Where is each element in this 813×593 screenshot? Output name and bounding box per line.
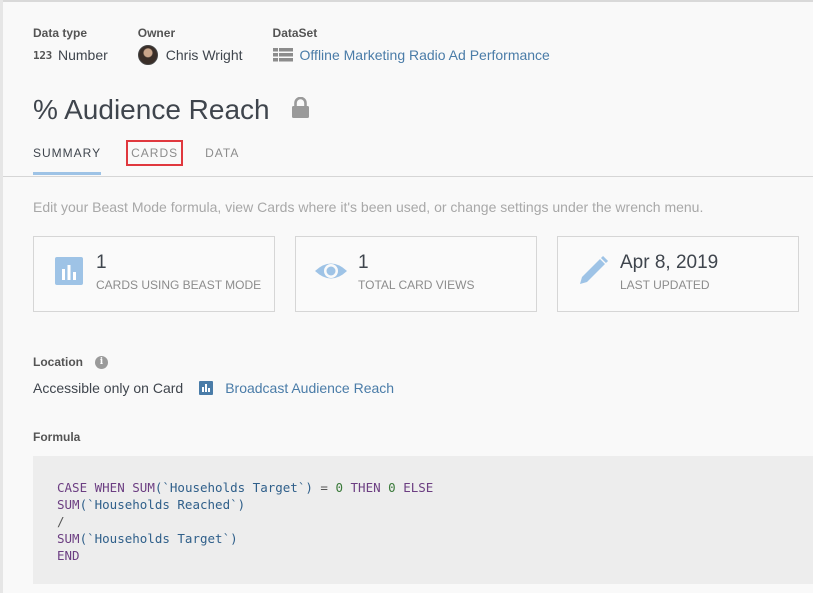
- cards-using-label: CARDS USING BEAST MODE: [96, 278, 262, 292]
- formula-code-block[interactable]: CASE WHEN SUM(`Households Target`) = 0 T…: [33, 456, 813, 584]
- owner-field: Owner Chris Wright: [137, 25, 243, 65]
- formula-line-5: END: [57, 548, 80, 563]
- tab-summary[interactable]: SUMMARY: [33, 145, 102, 175]
- dataset-field: DataSet Offline Marketing Radio Ad Perfo…: [272, 25, 550, 65]
- total-views-count: 1: [358, 252, 369, 273]
- number-type-icon: 123: [33, 48, 52, 62]
- tab-cards[interactable]: CARDS: [126, 140, 184, 166]
- owner-avatar[interactable]: [137, 45, 158, 65]
- eye-icon: [315, 263, 347, 279]
- lock-icon[interactable]: [291, 96, 309, 118]
- bar-chart-icon: [55, 257, 83, 285]
- location-label: Location: [33, 355, 83, 369]
- dataset-icon: [272, 48, 293, 62]
- formula-line-2: SUM(`Households Reached`): [57, 497, 246, 512]
- data-type-field: Data type 123 Number: [33, 25, 108, 65]
- pencil-icon: [580, 255, 609, 284]
- stat-card-last-updated: Apr 8, 2019 LAST UPDATED: [557, 236, 799, 312]
- summary-description: Edit your Beast Mode formula, view Cards…: [33, 199, 704, 215]
- tab-divider: [3, 176, 813, 177]
- formula-line-3: /: [57, 514, 65, 529]
- tab-bar: SUMMARY CARDS DATA: [33, 140, 267, 175]
- window-left-border: [0, 0, 3, 593]
- owner-name[interactable]: Chris Wright: [166, 47, 243, 63]
- info-icon[interactable]: i: [95, 355, 108, 369]
- tab-data[interactable]: DATA: [205, 145, 239, 167]
- formula-section-label: Formula: [33, 430, 80, 444]
- page-title: % Audience Reach: [33, 92, 309, 128]
- data-type-label: Data type: [33, 26, 88, 40]
- formula-line-1: CASE WHEN SUM(`Households Target`) = 0 T…: [57, 480, 434, 495]
- last-updated-date: Apr 8, 2019: [620, 252, 719, 273]
- owner-label: Owner: [137, 26, 176, 40]
- stat-card-total-views: 1 TOTAL CARD VIEWS: [295, 236, 537, 312]
- data-type-value: Number: [57, 47, 108, 63]
- cards-using-count: 1: [96, 252, 107, 273]
- card-chart-icon: [199, 381, 214, 395]
- total-views-label: TOTAL CARD VIEWS: [358, 278, 475, 292]
- location-section-label: Location i: [33, 355, 108, 369]
- window-top-border: [0, 0, 813, 2]
- location-value: Accessible only on Card: [33, 380, 184, 396]
- formula-label: Formula: [33, 430, 81, 444]
- location-row: Accessible only on Card Broadcast Audien…: [33, 378, 394, 398]
- beast-mode-meta: Data type 123 Number Owner Chris Wright …: [33, 25, 580, 65]
- beast-mode-name: % Audience Reach: [33, 94, 270, 125]
- dataset-link[interactable]: Offline Marketing Radio Ad Performance: [300, 47, 550, 63]
- last-updated-label: LAST UPDATED: [620, 278, 710, 292]
- formula-line-4: SUM(`Households Target`): [57, 531, 238, 546]
- card-link-broadcast-audience-reach[interactable]: Broadcast Audience Reach: [225, 380, 394, 396]
- stat-card-cards-using: 1 CARDS USING BEAST MODE: [33, 236, 275, 312]
- dataset-label: DataSet: [272, 26, 318, 40]
